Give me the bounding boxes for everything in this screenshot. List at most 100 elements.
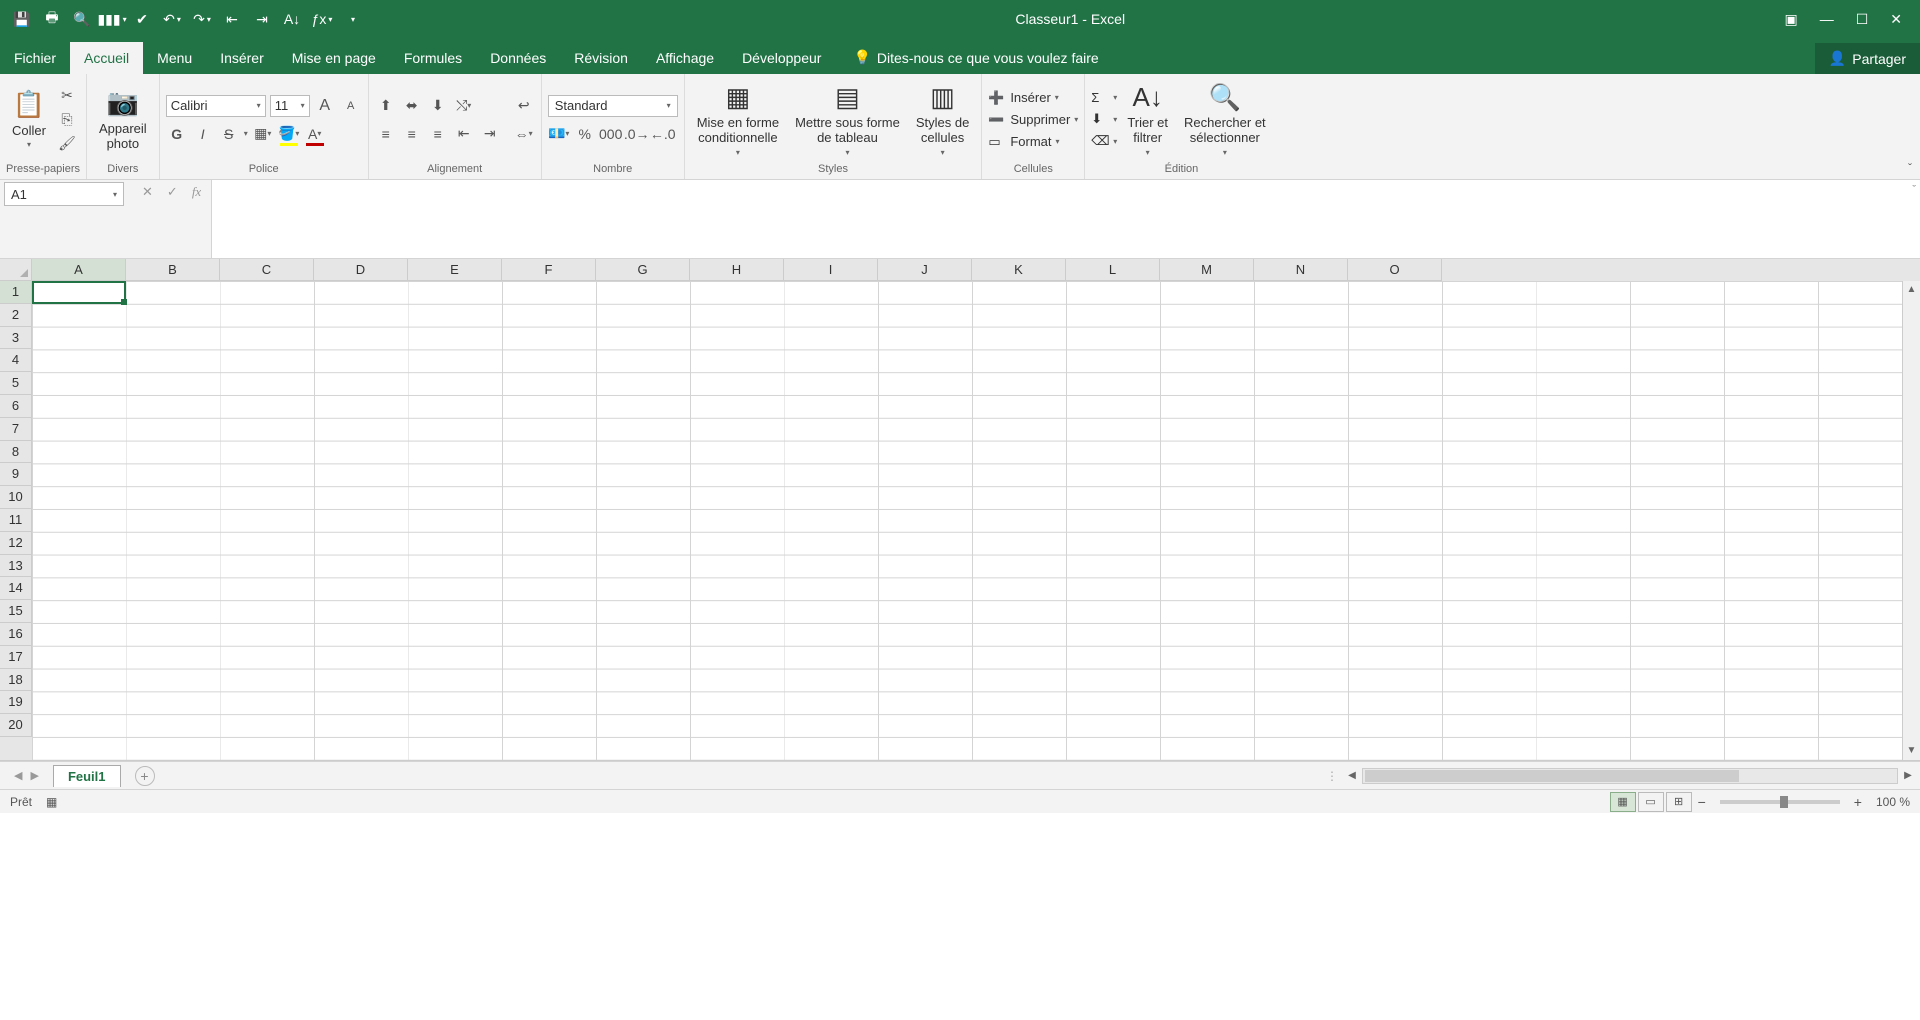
column-header-B[interactable]: B bbox=[126, 259, 220, 281]
tab-formules[interactable]: Formules bbox=[390, 42, 476, 74]
row-header-5[interactable]: 5 bbox=[0, 372, 32, 395]
printpreview-icon[interactable]: 🔍 bbox=[72, 9, 92, 29]
collapse-ribbon-icon[interactable]: ˇ bbox=[1908, 161, 1912, 175]
sheet-nav-prev-icon[interactable]: ◀ bbox=[14, 769, 22, 782]
underline-button[interactable]: S bbox=[218, 123, 240, 145]
indent-icon[interactable]: ⇥ bbox=[252, 9, 272, 29]
italic-button[interactable]: I bbox=[192, 123, 214, 145]
horizontal-scrollbar[interactable] bbox=[1362, 768, 1898, 784]
bold-button[interactable]: G bbox=[166, 123, 188, 145]
format-as-table-button[interactable]: ▤ Mettre sous forme de tableau▾ bbox=[789, 80, 906, 160]
zoom-out-button[interactable]: − bbox=[1694, 794, 1710, 810]
underline-dropdown[interactable]: ▾ bbox=[244, 129, 248, 138]
scroll-up-icon[interactable]: ▲ bbox=[1907, 281, 1917, 299]
ribbon-display-options-icon[interactable]: ▣ bbox=[1784, 11, 1797, 28]
percent-format-icon[interactable]: % bbox=[574, 123, 596, 145]
number-format-combo[interactable]: Standard▾ bbox=[548, 95, 678, 117]
delete-cells-button[interactable]: ➖Supprimer ▾ bbox=[988, 110, 1078, 130]
increase-decimal-icon[interactable]: .0→ bbox=[626, 123, 648, 145]
column-header-F[interactable]: F bbox=[502, 259, 596, 281]
enter-formula-icon[interactable]: ✓ bbox=[167, 184, 178, 200]
accounting-format-icon[interactable]: 💶▾ bbox=[548, 123, 570, 145]
chart-icon[interactable]: ▮▮▮▾ bbox=[102, 9, 122, 29]
find-select-button[interactable]: 🔍 Rechercher et sélectionner▾ bbox=[1178, 80, 1272, 160]
column-header-E[interactable]: E bbox=[408, 259, 502, 281]
sheet-nav-next-icon[interactable]: ▶ bbox=[30, 769, 38, 782]
copy-icon[interactable]: ⎘ bbox=[56, 109, 78, 131]
tab-menu[interactable]: Menu bbox=[143, 42, 206, 74]
column-header-G[interactable]: G bbox=[596, 259, 690, 281]
scroll-right-icon[interactable]: ▶ bbox=[1900, 770, 1916, 781]
cell-styles-button[interactable]: ▥ Styles de cellules▾ bbox=[910, 80, 975, 160]
increase-indent-icon[interactable]: ⇥ bbox=[479, 123, 501, 145]
decrease-indent-icon[interactable]: ⇤ bbox=[453, 123, 475, 145]
tab-affichage[interactable]: Affichage bbox=[642, 42, 728, 74]
align-bottom-icon[interactable]: ⬇ bbox=[427, 95, 449, 117]
redo-icon[interactable]: ↷▾ bbox=[192, 9, 212, 29]
column-header-L[interactable]: L bbox=[1066, 259, 1160, 281]
column-header-D[interactable]: D bbox=[314, 259, 408, 281]
row-header-8[interactable]: 8 bbox=[0, 441, 32, 464]
sheet-tab-feuil1[interactable]: Feuil1 bbox=[53, 765, 121, 787]
zoom-level[interactable]: 100 % bbox=[1876, 795, 1910, 809]
clear-button[interactable]: ⌫▾ bbox=[1091, 131, 1117, 151]
insert-function-icon[interactable]: fx bbox=[192, 184, 201, 200]
active-cell[interactable] bbox=[32, 281, 126, 304]
format-painter-icon[interactable]: 🖌 bbox=[56, 133, 78, 155]
row-header-17[interactable]: 17 bbox=[0, 646, 32, 669]
row-header-10[interactable]: 10 bbox=[0, 486, 32, 509]
fill-color-icon[interactable]: 🪣▾ bbox=[278, 123, 300, 145]
formula-input[interactable]: ˇ bbox=[211, 180, 1920, 258]
row-header-14[interactable]: 14 bbox=[0, 577, 32, 600]
column-header-C[interactable]: C bbox=[220, 259, 314, 281]
camera-button[interactable]: 📷 Appareil photo bbox=[93, 85, 153, 153]
cells-area[interactable] bbox=[32, 281, 1902, 760]
row-header-4[interactable]: 4 bbox=[0, 349, 32, 372]
align-center-icon[interactable]: ≡ bbox=[401, 123, 423, 145]
function-icon[interactable]: ƒx▾ bbox=[312, 9, 332, 29]
row-header-15[interactable]: 15 bbox=[0, 600, 32, 623]
row-header-13[interactable]: 13 bbox=[0, 555, 32, 578]
column-header-N[interactable]: N bbox=[1254, 259, 1348, 281]
cut-icon[interactable]: ✂ bbox=[56, 85, 78, 107]
view-page-break-button[interactable]: ⊞ bbox=[1666, 792, 1692, 812]
zoom-slider[interactable] bbox=[1720, 800, 1840, 804]
sort-az-icon[interactable]: A↓ bbox=[282, 9, 302, 29]
row-header-20[interactable]: 20 bbox=[0, 714, 32, 737]
row-header-3[interactable]: 3 bbox=[0, 327, 32, 350]
scroll-left-icon[interactable]: ◀ bbox=[1344, 770, 1360, 781]
row-header-12[interactable]: 12 bbox=[0, 532, 32, 555]
tab-inserer[interactable]: Insérer bbox=[206, 42, 278, 74]
comma-format-icon[interactable]: 000 bbox=[600, 123, 622, 145]
maximize-icon[interactable]: ☐ bbox=[1856, 11, 1869, 28]
scroll-down-icon[interactable]: ▼ bbox=[1907, 742, 1917, 760]
row-header-9[interactable]: 9 bbox=[0, 463, 32, 486]
column-header-A[interactable]: A bbox=[32, 259, 126, 281]
outdent-icon[interactable]: ⇤ bbox=[222, 9, 242, 29]
row-header-11[interactable]: 11 bbox=[0, 509, 32, 532]
cancel-formula-icon[interactable]: ✕ bbox=[142, 184, 153, 200]
close-icon[interactable]: ✕ bbox=[1890, 11, 1902, 28]
name-box[interactable]: A1▾ bbox=[4, 182, 124, 206]
orientation-icon[interactable]: ⤭▾ bbox=[453, 95, 475, 117]
view-page-layout-button[interactable]: ▭ bbox=[1638, 792, 1664, 812]
merge-center-icon[interactable]: ⇔▾ bbox=[513, 123, 535, 145]
borders-icon[interactable]: ▦▾ bbox=[252, 123, 274, 145]
paste-button[interactable]: 📋 Coller ▾ bbox=[6, 87, 52, 151]
fill-button[interactable]: ⬇▾ bbox=[1091, 109, 1117, 129]
tab-revision[interactable]: Révision bbox=[560, 42, 642, 74]
tab-accueil[interactable]: Accueil bbox=[70, 42, 143, 74]
customize-qat-icon[interactable]: ▾ bbox=[342, 9, 362, 29]
column-header-O[interactable]: O bbox=[1348, 259, 1442, 281]
tab-mise-en-page[interactable]: Mise en page bbox=[278, 42, 390, 74]
conditional-formatting-button[interactable]: ▦ Mise en forme conditionnelle▾ bbox=[691, 80, 785, 160]
font-color-icon[interactable]: A▾ bbox=[304, 123, 326, 145]
undo-icon[interactable]: ↶▾ bbox=[162, 9, 182, 29]
column-header-H[interactable]: H bbox=[690, 259, 784, 281]
row-header-18[interactable]: 18 bbox=[0, 669, 32, 692]
column-header-I[interactable]: I bbox=[784, 259, 878, 281]
tab-fichier[interactable]: Fichier bbox=[0, 42, 70, 74]
format-cells-button[interactable]: ▭Format ▾ bbox=[988, 132, 1078, 152]
tab-scroll-split[interactable]: ⋮ bbox=[1320, 769, 1344, 783]
quickprint-icon[interactable]: 🖶 bbox=[42, 9, 62, 29]
